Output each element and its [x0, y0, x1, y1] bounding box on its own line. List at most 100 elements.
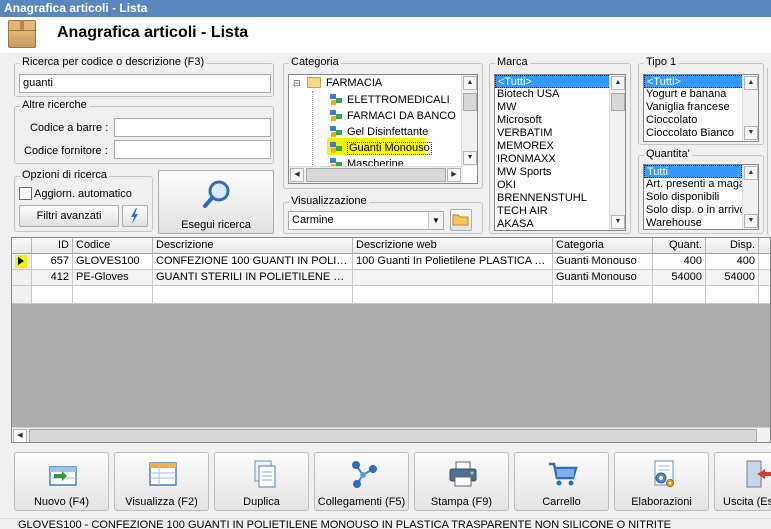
header: Anagrafica articoli - Lista	[0, 17, 771, 53]
category-group: Categoria ⊟ FARMACIA ELETTROMEDICALI FAR…	[283, 56, 483, 189]
tree-line	[312, 91, 313, 171]
cell-quantity: 54000	[653, 270, 706, 286]
tree-collapse-icon[interactable]: ⊟	[293, 78, 301, 89]
quantity-list-item[interactable]: Warehouse	[644, 217, 742, 229]
category-item[interactable]: Mascherine	[347, 158, 404, 166]
cell-code: GLOVES100	[73, 254, 153, 270]
quantity-list-item[interactable]: Solo disp. o in arrivo	[644, 204, 742, 217]
scroll-down-icon[interactable]: ▼	[463, 151, 477, 165]
view-button-label: Visualizza (F2)	[125, 496, 198, 508]
view-button[interactable]: Visualizza (F2)	[114, 452, 209, 511]
execute-search-button[interactable]: Esegui ricerca	[158, 170, 274, 234]
quantity-list-item[interactable]: Solo disponibili	[644, 191, 742, 204]
brand-list-item[interactable]: IRONMAXX	[495, 153, 625, 166]
duplicate-button[interactable]: Duplica	[214, 452, 309, 511]
other-search-group: Altre ricerche Codice a barre : Codice f…	[14, 99, 274, 164]
column-header-quantity[interactable]: Quant.	[653, 238, 706, 254]
cell-category: Guanti Monouso	[553, 254, 653, 270]
brand-list-item[interactable]: MEMOREX	[495, 140, 625, 153]
brand-list-item[interactable]: BRENNENSTUHL	[495, 192, 625, 205]
processing-button[interactable]: Elaborazioni	[614, 452, 709, 511]
open-folder-button[interactable]	[450, 209, 472, 231]
quantity-list-item[interactable]: Tutti	[644, 165, 742, 178]
cart-button[interactable]: Carrello	[514, 452, 609, 511]
row-pointer-icon	[15, 255, 27, 268]
type1-list-item[interactable]: Yogurt e banana	[644, 88, 758, 101]
scroll-thumb[interactable]	[29, 429, 757, 442]
chevron-down-icon[interactable]: ▼	[428, 212, 443, 229]
links-icon	[352, 461, 377, 488]
search-options-group: Opzioni di ricerca Aggiorn. automatico F…	[14, 169, 153, 232]
scroll-down-icon[interactable]: ▼	[611, 215, 625, 229]
cart-button-label: Carrello	[542, 496, 581, 508]
scroll-thumb[interactable]	[463, 93, 477, 111]
cell-empty	[32, 286, 73, 304]
column-header-id[interactable]: ID	[32, 238, 73, 254]
scroll-right-icon[interactable]: ▶	[447, 168, 461, 182]
brand-list-item[interactable]: TECH AIR	[495, 205, 625, 218]
type1-list-item[interactable]: Cioccolato Bianco	[644, 127, 758, 140]
brand-group: Marca <Tutti> Biotech USA MW Microsoft VERBA…	[489, 56, 631, 234]
brand-list-item[interactable]: <Tutti>	[495, 75, 625, 88]
cell-empty	[653, 286, 706, 304]
category-item[interactable]: FARMACI DA BANCO	[347, 110, 456, 122]
auto-update-label: Aggiorn. automatico	[34, 188, 132, 200]
print-button[interactable]: Stampa (F9)	[414, 452, 509, 511]
brand-list-item[interactable]: MW Sports	[495, 166, 625, 179]
type1-list-item[interactable]: Vaniglia francese	[644, 101, 758, 114]
category-item[interactable]: Gel Disinfettante	[347, 126, 428, 138]
exit-button[interactable]: Uscita (Esc)	[714, 452, 771, 511]
scroll-thumb[interactable]	[611, 93, 625, 111]
scroll-thumb[interactable]	[306, 168, 446, 182]
scroll-left-icon[interactable]: ◀	[13, 429, 27, 442]
grid-hscroll[interactable]: ◀	[12, 427, 770, 442]
view-select[interactable]: Carmine	[288, 211, 444, 230]
type1-vscroll[interactable]: ▲ ▼	[742, 75, 758, 141]
scroll-up-icon[interactable]: ▲	[463, 76, 477, 90]
table-row-new[interactable]	[12, 286, 770, 304]
search-input[interactable]: guanti	[19, 74, 271, 93]
quantity-list-item[interactable]: Art. presenti a magazzino	[644, 178, 742, 191]
barcode-input[interactable]	[114, 118, 271, 137]
category-hscroll[interactable]: ◀ ▶	[289, 166, 463, 183]
brand-vscroll[interactable]: ▲ ▼	[609, 75, 625, 230]
tree-root-label[interactable]: FARMACIA	[326, 77, 382, 89]
auto-update-checkbox[interactable]	[19, 187, 32, 200]
lightning-button[interactable]	[122, 205, 148, 227]
links-button[interactable]: Collegamenti (F5)	[314, 452, 409, 511]
supplier-code-input[interactable]	[114, 140, 271, 159]
brand-items: <Tutti> Biotech USA MW Microsoft VERBATIM MEM…	[495, 75, 625, 230]
scroll-up-icon[interactable]: ▲	[611, 76, 625, 90]
category-item[interactable]: ELETTROMEDICALI	[347, 94, 450, 106]
column-header-extra	[759, 238, 770, 254]
new-button[interactable]: Nuovo (F4)	[14, 452, 109, 511]
column-header-description[interactable]: Descrizione	[153, 238, 353, 254]
quantity-vscroll[interactable]: ▲ ▼	[742, 165, 758, 229]
scroll-up-icon[interactable]: ▲	[744, 166, 758, 180]
scroll-up-icon[interactable]: ▲	[744, 76, 758, 90]
table-row[interactable]: 657 GLOVES100 CONFEZIONE 100 GUANTI IN P…	[12, 254, 770, 270]
quantity-list: TuttiArt. presenti a magazzinoSolo dispo…	[643, 164, 759, 230]
brand-list-item[interactable]: MW	[495, 101, 625, 114]
category-vscroll[interactable]: ▲ ▼	[461, 75, 477, 166]
column-header-category[interactable]: Categoria	[553, 238, 653, 254]
scroll-down-icon[interactable]: ▼	[744, 126, 758, 140]
type1-list-item[interactable]: Cioccolato	[644, 114, 758, 127]
scroll-down-icon[interactable]: ▼	[744, 214, 758, 228]
type1-list-item[interactable]: <Tutti>	[644, 75, 758, 88]
brand-list-item[interactable]: AKASA	[495, 218, 625, 230]
scroll-left-icon[interactable]: ◀	[290, 168, 304, 182]
articles-grid[interactable]: ID Codice Descrizione Descrizione web Ca…	[11, 237, 771, 443]
table-row[interactable]: 412 PE-Gloves GUANTI STERILI IN POLIETIL…	[12, 270, 770, 286]
brand-list-item[interactable]: Microsoft	[495, 114, 625, 127]
category-label: Categoria	[289, 56, 341, 68]
column-header-available[interactable]: Disp.	[706, 238, 759, 254]
category-item-selected[interactable]: Guanti Monouso	[347, 142, 432, 155]
brand-list-item[interactable]: OKI	[495, 179, 625, 192]
column-header-code[interactable]: Codice	[73, 238, 153, 254]
brand-list-item[interactable]: Biotech USA	[495, 88, 625, 101]
cell-empty	[759, 286, 770, 304]
column-header-web-description[interactable]: Descrizione web	[353, 238, 553, 254]
advanced-filters-button[interactable]: Filtri avanzati	[19, 205, 119, 227]
brand-list-item[interactable]: VERBATIM	[495, 127, 625, 140]
